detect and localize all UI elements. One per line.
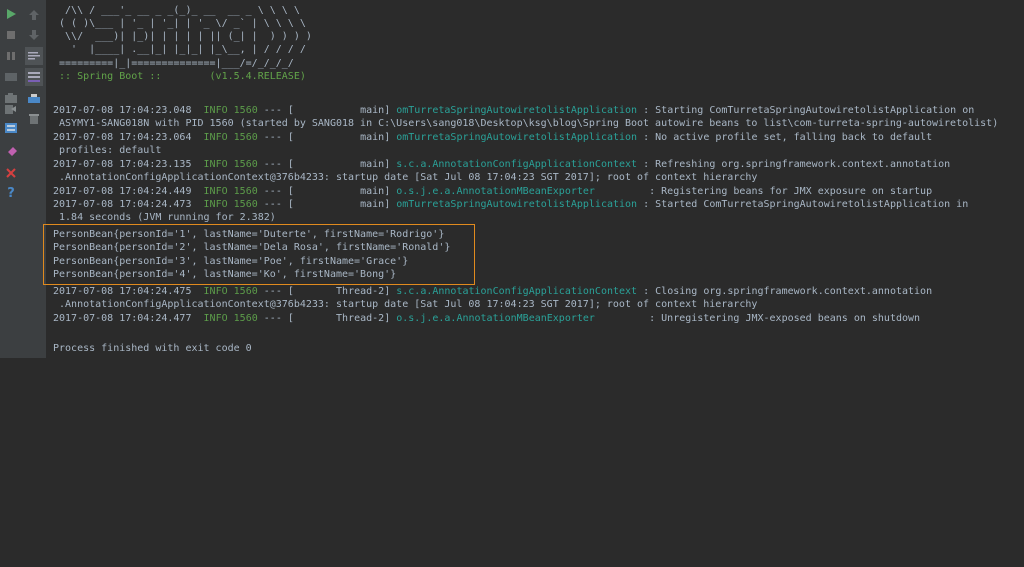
console-toolbar [22,0,47,358]
log-class[interactable]: s.c.a.AnnotationConfigApplicationContext [396,159,637,170]
trash-icon[interactable] [26,111,42,127]
log-line: 2017-07-08 17:04:23.064 INFO 1560 --- [ … [53,131,932,145]
log-pid: 1560 [233,132,258,143]
banner-line-3: \\/ ___)| |_)| | | | | || (_| | ) ) ) ) [53,31,312,42]
spring-boot-version-line: :: Spring Boot :: (v1.5.4.RELEASE) [53,71,306,82]
pause-icon[interactable] [3,48,19,64]
log-continuation: .AnnotationConfigApplicationContext@376b… [53,172,758,183]
log-timestamp: 2017-07-08 17:04:23.048 [53,105,192,116]
log-level: INFO [203,313,228,324]
banner-line-5: =========|_|==============|___/=/_/_/_/ [53,58,294,69]
log-thread: main] [293,132,391,143]
log-timestamp: 2017-07-08 17:04:24.477 [53,313,192,324]
log-timestamp: 2017-07-08 17:04:24.475 [53,286,192,297]
log-level: INFO [203,132,228,143]
log-thread: Thread-2] [293,313,391,324]
log-line: 2017-07-08 17:04:24.449 INFO 1560 --- [ … [53,185,932,199]
log-timestamp: 2017-07-08 17:04:23.064 [53,132,192,143]
log-continuation: .AnnotationConfigApplicationContext@376b… [53,299,758,310]
log-continuation: profiles: default [53,145,162,156]
log-pid: 1560 [233,313,258,324]
run-toolbar: ? [0,0,23,358]
log-line: 2017-07-08 17:04:24.473 INFO 1560 --- [ … [53,198,968,212]
log-message: : Starting ComTurretaSpringAutowiretolis… [643,105,975,116]
dump-icon[interactable] [3,69,19,85]
layout-icon[interactable] [3,120,19,136]
exit-code-line: Process finished with exit code 0 [53,343,252,354]
log-thread: main] [293,186,391,197]
log-separator: --- [ [263,286,294,297]
log-continuation: ASYMY1-SANG018N with PID 1560 (started b… [53,118,999,129]
log-separator: --- [ [263,199,294,210]
log-class[interactable]: omTurretaSpringAutowiretolistApplication [396,105,637,116]
log-pid: 1560 [233,286,258,297]
log-level: INFO [203,199,228,210]
log-pid: 1560 [233,186,258,197]
console-output[interactable]: /\\ / ___'_ __ _ _(_)_ __ __ _ \ \ \ \ (… [53,0,1024,358]
log-level: INFO [203,286,228,297]
log-class[interactable]: o.s.j.e.a.AnnotationMBeanExporter [396,186,643,197]
log-message: : Unregistering JMX-exposed beans on shu… [649,313,921,324]
log-line: 2017-07-08 17:04:24.475 INFO 1560 --- [ … [53,285,932,299]
log-level: INFO [203,186,228,197]
help-icon[interactable]: ? [3,185,19,201]
log-level: INFO [203,159,228,170]
log-pid: 1560 [233,159,258,170]
close-icon[interactable] [3,165,19,181]
highlight-box [43,224,475,285]
log-separator: --- [ [263,132,294,143]
log-message: : Refreshing org.springframework.context… [643,159,951,170]
log-timestamp: 2017-07-08 17:04:23.135 [53,159,192,170]
log-line: 2017-07-08 17:04:24.477 INFO 1560 --- [ … [53,312,920,326]
log-separator: --- [ [263,313,294,324]
down-arrow-icon[interactable] [26,27,42,43]
log-message: : Closing org.springframework.context.an… [643,286,933,297]
log-thread: Thread-2] [293,286,391,297]
log-message: : Started ComTurretaSpringAutowiretolist… [643,199,969,210]
log-pid: 1560 [233,105,258,116]
log-thread: main] [293,105,391,116]
log-pid: 1560 [233,199,258,210]
log-line: 2017-07-08 17:04:23.048 INFO 1560 --- [ … [53,104,974,118]
stop-icon[interactable] [3,27,19,43]
print-icon[interactable] [26,91,42,107]
log-class[interactable]: omTurretaSpringAutowiretolistApplication [396,199,637,210]
log-separator: --- [ [263,105,294,116]
log-separator: --- [ [263,159,294,170]
log-message: : Registering beans for JMX exposure on … [649,186,933,197]
log-class[interactable]: s.c.a.AnnotationConfigApplicationContext [396,286,637,297]
log-continuation: 1.84 seconds (JVM running for 2.382) [53,212,276,223]
banner-line-2: ( ( )\___ | '_ | '_| | '_ \/ _` | \ \ \ … [53,18,306,29]
log-timestamp: 2017-07-08 17:04:24.449 [53,186,192,197]
log-timestamp: 2017-07-08 17:04:24.473 [53,199,192,210]
run-icon[interactable] [3,6,19,22]
pin-icon[interactable] [3,145,19,161]
banner-line-4: ' |____| .__|_| |_|_| |_\__, | / / / / [53,44,306,55]
banner-line-1: /\\ / ___'_ __ _ _(_)_ __ __ _ \ \ \ \ [53,5,300,16]
log-message: : No active profile set, falling back to… [643,132,933,143]
log-line: 2017-07-08 17:04:23.135 INFO 1560 --- [ … [53,158,950,172]
soft-wrap-icon[interactable] [25,47,43,65]
log-level: INFO [203,105,228,116]
log-thread: main] [293,159,391,170]
exit-icon[interactable] [3,101,19,117]
up-arrow-icon[interactable] [26,7,42,23]
log-thread: main] [293,199,391,210]
log-class[interactable]: o.s.j.e.a.AnnotationMBeanExporter [396,313,643,324]
log-class[interactable]: omTurretaSpringAutowiretolistApplication [396,132,637,143]
scroll-to-end-icon[interactable] [25,68,43,86]
log-separator: --- [ [263,186,294,197]
